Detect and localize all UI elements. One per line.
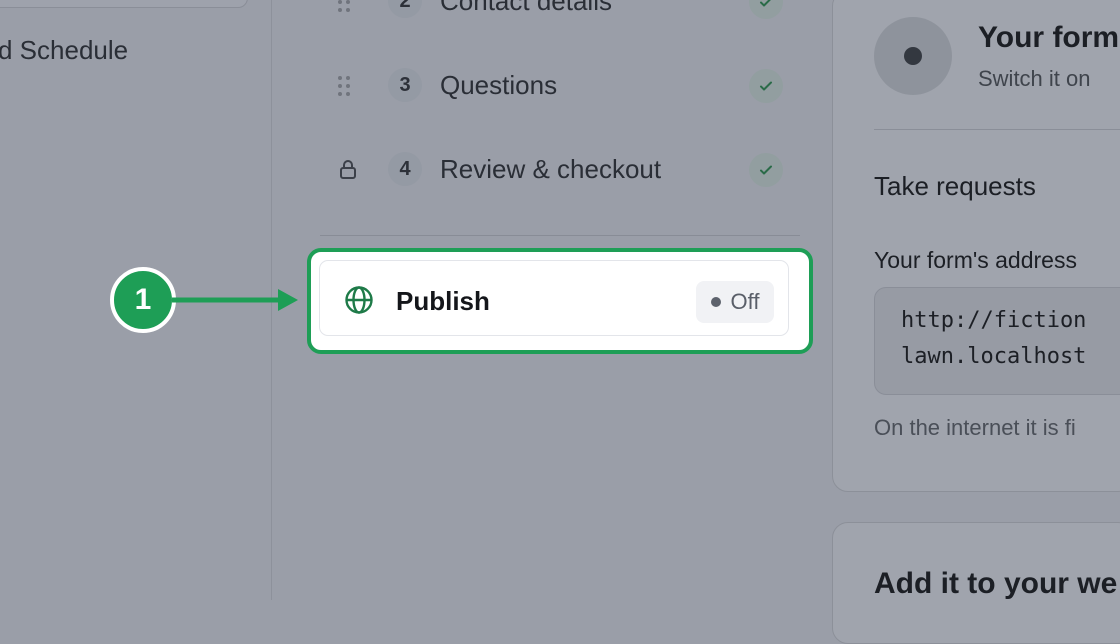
- sidebar-item-schedule[interactable]: d Schedule: [0, 35, 128, 66]
- form-status-title: Your form: [978, 21, 1120, 54]
- steps-divider: [320, 235, 800, 236]
- step-number: 3: [388, 68, 422, 102]
- embed-title: Add it to your we: [874, 567, 1118, 600]
- address-line: http://fiction: [901, 308, 1087, 333]
- publish-highlight: Publish Off: [307, 248, 813, 354]
- step-label: Review & checkout: [440, 154, 662, 184]
- globe-icon: [344, 285, 374, 315]
- check-icon: [749, 0, 783, 19]
- publish-button[interactable]: Publish Off: [319, 260, 789, 336]
- embed-panel: Add it to your we: [832, 522, 1120, 644]
- step-number: 4: [388, 152, 422, 186]
- step-questions[interactable]: 3 Questions: [272, 62, 792, 112]
- form-status-subtitle: Switch it on: [978, 66, 1091, 91]
- form-settings-panel: Your form Switch it on Take requests You…: [832, 0, 1120, 492]
- annotation-step-marker: 1: [110, 267, 176, 333]
- status-badge: Off: [696, 281, 774, 323]
- step-contact-details[interactable]: 2 Contact details: [272, 0, 792, 28]
- address-note: On the internet it is fi: [874, 415, 1076, 440]
- left-sidebar-top-box: [0, 0, 248, 8]
- check-icon: [749, 69, 783, 103]
- address-label: Your form's address: [874, 247, 1077, 273]
- status-toggle-icon[interactable]: [874, 17, 952, 95]
- check-icon: [749, 153, 783, 187]
- drag-handle-icon[interactable]: [338, 76, 352, 96]
- step-review-checkout[interactable]: 4 Review & checkout: [272, 146, 792, 196]
- publish-title: Publish: [396, 286, 490, 316]
- annotation-arrow-icon: [172, 289, 298, 311]
- status-dot-icon: [710, 297, 721, 307]
- step-number: 2: [388, 0, 422, 18]
- settings-divider: [874, 129, 1120, 130]
- lock-icon: [338, 158, 358, 180]
- step-label: Questions: [440, 70, 558, 100]
- drag-handle-icon[interactable]: [338, 0, 352, 12]
- step-label: Contact details: [440, 0, 612, 16]
- section-heading: Take requests: [874, 171, 1036, 201]
- address-line: lawn.localhost: [901, 344, 1087, 369]
- form-address-field[interactable]: http://fiction lawn.localhost: [874, 287, 1120, 395]
- status-badge-label: Off: [730, 289, 760, 314]
